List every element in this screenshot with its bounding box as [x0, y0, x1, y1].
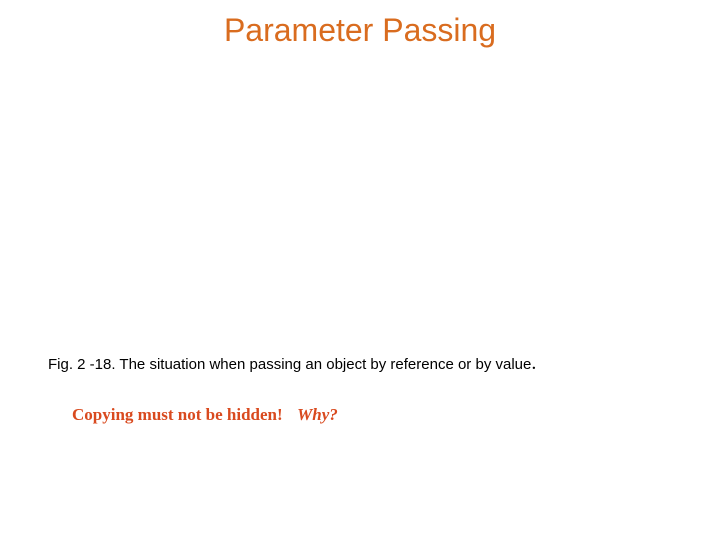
copy-warning: Copying must not be hidden! [72, 405, 283, 424]
caption-period: . [531, 352, 536, 374]
why-question: Why? [297, 405, 338, 424]
emphasis-line: Copying must not be hidden! Why? [72, 405, 338, 425]
caption-text: Fig. 2 -18. The situation when passing a… [48, 356, 531, 373]
page-title: Parameter Passing [0, 0, 720, 49]
figure-caption: Fig. 2 -18. The situation when passing a… [48, 352, 536, 375]
